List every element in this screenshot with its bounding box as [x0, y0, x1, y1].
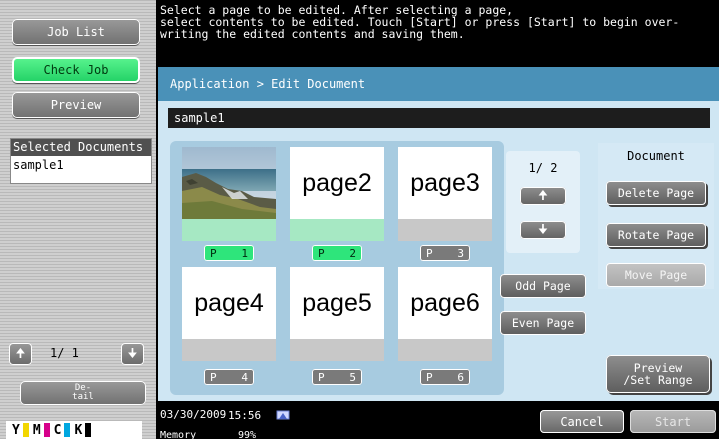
page-down-button[interactable]: 🠋	[520, 221, 566, 239]
delete-page-button[interactable]: Delete Page	[606, 181, 706, 205]
page-thumbnail-2[interactable]: page2	[290, 147, 384, 241]
document-name-field: sample1	[168, 108, 710, 128]
job-list-button[interactable]: Job List	[12, 19, 140, 45]
toner-yellow: Y	[12, 423, 29, 438]
page-label-6[interactable]: P6	[420, 369, 470, 385]
page-label-3[interactable]: P3	[420, 245, 470, 261]
screen: Job List Check Job Preview Selected Docu…	[0, 0, 719, 439]
preview-set-range-button[interactable]: Preview /Set Range	[606, 355, 710, 393]
check-job-button[interactable]: Check Job	[12, 57, 140, 83]
page-strip	[290, 219, 384, 241]
preview-button[interactable]: Preview	[12, 92, 140, 118]
selected-documents-list: Selected Documents sample1	[10, 138, 152, 184]
memory-value: 99%	[238, 430, 257, 439]
arrow-up-icon: 🠉	[538, 187, 548, 202]
toner-black: K	[74, 423, 92, 438]
page-up-button[interactable]: 🠉	[520, 187, 566, 205]
page-thumbnail-6[interactable]: page6	[398, 267, 492, 361]
edit-document-frame: Application > Edit Document sample1 page…	[158, 67, 719, 401]
memory-label: Memory	[160, 430, 197, 439]
status-date: 03/30/2009	[160, 408, 227, 421]
page-strip	[398, 339, 492, 361]
page-thumbnail-text: page3	[410, 168, 480, 197]
page-label-2[interactable]: P2	[312, 245, 362, 261]
toner-cyan: C	[54, 423, 71, 438]
detail-button[interactable]: De- tail	[20, 381, 146, 405]
even-page-button[interactable]: Even Page	[500, 311, 586, 335]
page-label-1[interactable]: P1	[204, 245, 254, 261]
page-label-5[interactable]: P5	[312, 369, 362, 385]
move-page-button[interactable]: Move Page	[606, 263, 706, 287]
status-time: 15:56	[228, 409, 262, 422]
network-icon	[276, 410, 290, 420]
detail-label-line2: tail	[72, 392, 94, 402]
page-thumbnail-5[interactable]: page5	[290, 267, 384, 361]
coastline-photo	[182, 147, 276, 219]
page-strip	[182, 219, 276, 241]
page-strip	[290, 339, 384, 361]
page-indicator: 1/ 2	[528, 161, 558, 175]
page-navigation: 1/ 2 🠉 🠋	[506, 151, 580, 253]
list-up-button[interactable]: 🠉	[9, 343, 32, 365]
arrow-up-icon: 🠉	[15, 345, 26, 360]
page-label-4[interactable]: P4	[204, 369, 254, 385]
arrow-down-icon: 🠋	[127, 345, 138, 360]
odd-page-button[interactable]: Odd Page	[500, 274, 586, 298]
document-panel-title: Document	[627, 149, 685, 163]
page-thumbnail-4[interactable]: page4	[182, 267, 276, 361]
page-thumbnail-text: page5	[302, 288, 372, 317]
toner-magenta: M	[33, 423, 50, 438]
breadcrumb: Application > Edit Document	[158, 67, 719, 101]
page-thumbnail-1[interactable]	[182, 147, 276, 241]
list-page-indicator: 1/ 1	[50, 346, 79, 360]
arrow-down-icon: 🠋	[538, 221, 548, 236]
page-strip	[182, 339, 276, 361]
rotate-page-button[interactable]: Rotate Page	[606, 223, 706, 247]
cancel-button[interactable]: Cancel	[540, 410, 624, 433]
page-thumbnail-text: page4	[194, 288, 264, 317]
page-thumbnail-text: page2	[302, 168, 372, 197]
selected-document-item[interactable]: sample1	[11, 156, 151, 174]
page-thumbnail-3[interactable]: page3	[398, 147, 492, 241]
document-panel: Document Delete Page Rotate Page Move Pa…	[598, 143, 714, 289]
toner-levels: Y M C K	[6, 421, 142, 439]
page-strip	[398, 219, 492, 241]
selected-documents-title: Selected Documents	[11, 139, 151, 156]
left-panel: Job List Check Job Preview Selected Docu…	[0, 0, 156, 439]
page-grid: page2 page3 P1 P2 P3 page4 page5 page6 P…	[170, 141, 504, 395]
page-thumbnail-text: page6	[410, 288, 480, 317]
start-button[interactable]: Start	[630, 410, 716, 433]
instruction-message: Select a page to be edited. After select…	[160, 3, 680, 41]
list-down-button[interactable]: 🠋	[121, 343, 144, 365]
